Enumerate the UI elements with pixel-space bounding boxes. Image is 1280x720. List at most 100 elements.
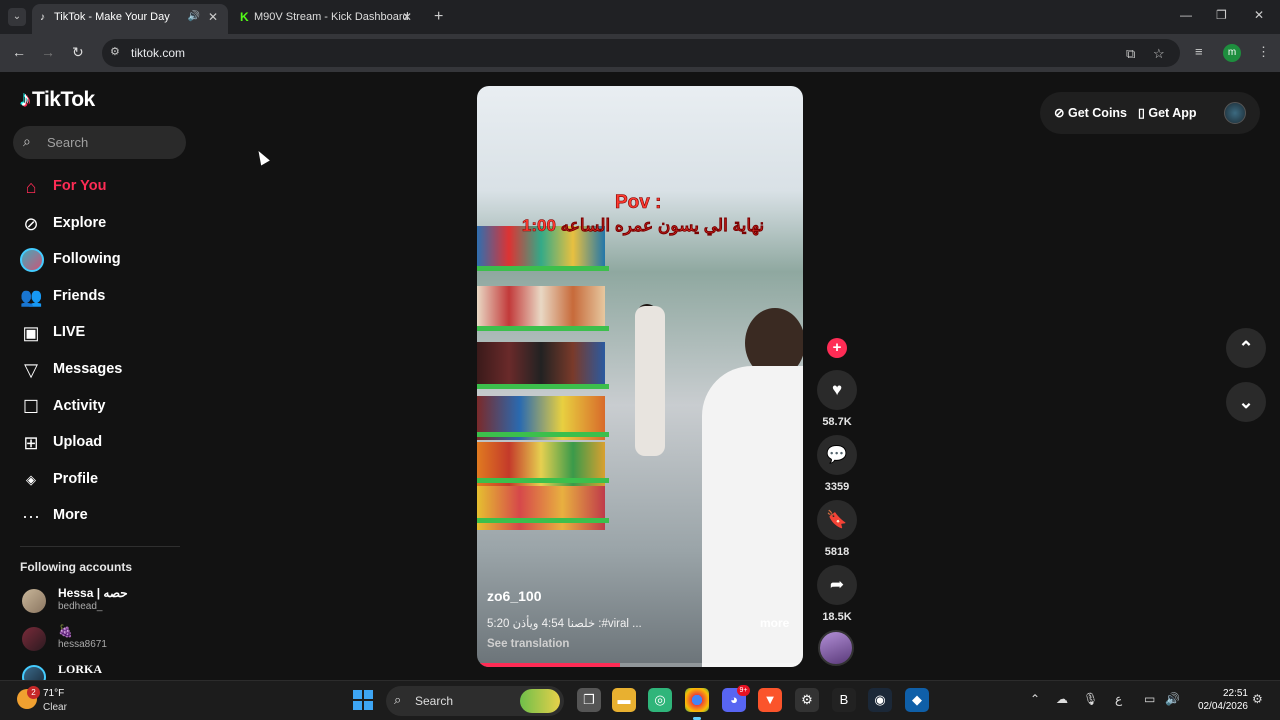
video-overlay-text: نهاية الي يسون عمره الساعه 1:00 [521, 216, 765, 236]
clock[interactable]: 22:51 02/04/2026 [1192, 687, 1248, 713]
microphone-icon[interactable]: 🎙 [1083, 692, 1098, 706]
settings-gear-icon[interactable]: ⚙ [795, 688, 819, 712]
caption-more-button[interactable]: more [760, 616, 789, 630]
new-tab-button[interactable]: + [434, 8, 443, 26]
reload-icon[interactable]: ↻ [72, 44, 84, 61]
discord-badge: 9+ [737, 685, 750, 696]
sidebar-item-messages[interactable]: ▽ Messages [18, 351, 188, 388]
sidebar-item-for-you[interactable]: ⌂ For You [18, 168, 188, 205]
shelf-products [477, 286, 605, 330]
start-windows-icon[interactable] [353, 690, 373, 710]
close-tab-icon[interactable]: ✕ [402, 4, 412, 30]
video-progress-bar[interactable] [477, 663, 803, 667]
account-name: LORKA [58, 662, 103, 676]
minimize-icon[interactable]: — [1180, 8, 1192, 22]
save-button[interactable]: 🔖 5818 [816, 500, 858, 562]
previous-video-button[interactable]: ⌃ [1226, 328, 1266, 368]
sidebar-item-friends[interactable]: 👥 Friends [18, 278, 188, 315]
site-info-icon[interactable]: ⚙ [110, 45, 120, 58]
app-icon[interactable]: B [832, 688, 856, 712]
next-video-button[interactable]: ⌄ [1226, 382, 1266, 422]
tab-search-dropdown-icon[interactable]: ⌄ [8, 8, 26, 26]
get-coins-button[interactable]: ⊘ Get Coins [1054, 105, 1127, 120]
shelf-divider [477, 478, 609, 483]
keyboard-language[interactable]: ع [1115, 692, 1122, 706]
creator-avatar[interactable] [818, 630, 854, 666]
person-figure [635, 306, 665, 456]
sidebar-item-activity[interactable]: ☐ Activity [18, 388, 188, 425]
comment-button[interactable]: 💬 3359 [816, 435, 858, 497]
avatar [22, 665, 46, 680]
windows-taskbar: 2 71°F Clear ⌕ Search ❐ ▬ ◎ ◕ 9+ ▼ ⚙ B ◉ … [0, 680, 1280, 720]
sidebar-item-more[interactable]: ··· More [18, 497, 188, 534]
task-view-icon[interactable]: ❐ [577, 688, 601, 712]
discord-icon[interactable]: ◕ 9+ [722, 685, 750, 712]
avatar [22, 589, 46, 613]
url-text: tiktok.com [131, 46, 186, 60]
sidebar-item-upload[interactable]: ⊞ Upload [18, 424, 188, 461]
sidebar-item-profile[interactable]: ◈ Profile [18, 461, 188, 498]
send-icon: ▽ [24, 359, 38, 380]
file-explorer-icon[interactable]: ▬ [612, 688, 636, 712]
sidebar-item-label: LIVE [53, 324, 86, 341]
account-name: 🍇 [58, 624, 73, 638]
install-app-icon[interactable]: ⧉ [1126, 46, 1135, 62]
search-placeholder: Search [47, 135, 89, 150]
compass-icon: ⊘ [23, 213, 39, 234]
sidebar-item-following[interactable]: Following [18, 241, 188, 278]
onedrive-icon[interactable]: ☁ [1056, 692, 1068, 706]
like-count: 58.7K [822, 416, 852, 428]
following-account[interactable]: Hessa | حصه bedhead_ [20, 586, 190, 620]
following-avatar-icon [20, 248, 44, 273]
browser-tab-bar: ⌄ ♪ TikTok - Make Your Day 🔊 ✕ K M90V St… [0, 0, 1280, 34]
sidebar-divider [20, 546, 180, 547]
chrome-icon[interactable] [685, 688, 709, 720]
notification-bell-icon[interactable]: ⚙ [1252, 692, 1263, 706]
weather-temp: 71°F [43, 688, 65, 699]
shelf-products [477, 486, 605, 530]
account-handle: hessa8671 [58, 639, 107, 650]
back-icon[interactable]: ← [12, 44, 26, 60]
volume-icon[interactable]: 🔊 [1165, 692, 1180, 706]
bookmark-star-icon[interactable]: ☆ [1153, 46, 1165, 62]
profile-avatar-icon[interactable]: m [1223, 44, 1241, 62]
tiktok-logo-icon: ♪ [20, 88, 31, 111]
sidebar-item-explore[interactable]: ⊘ Explore [18, 205, 188, 242]
forward-icon[interactable]: → [41, 44, 55, 60]
following-account[interactable]: 🍇 hessa8671 [20, 624, 190, 658]
app-icon[interactable]: ◎ [648, 688, 672, 712]
close-window-icon[interactable]: ✕ [1254, 8, 1264, 22]
see-translation-link[interactable]: See translation [487, 638, 569, 650]
heart-icon: ♥ [817, 370, 857, 410]
share-button[interactable]: ➦ 18.5K [816, 565, 858, 627]
following-account[interactable]: LORKA [20, 662, 190, 680]
steam-icon[interactable]: ◉ [868, 688, 892, 712]
tiktok-logo[interactable]: ♪TikTok [20, 88, 95, 112]
follow-plus-icon[interactable]: + [827, 338, 847, 358]
speaker-icon[interactable]: 🔊 [188, 4, 200, 30]
video-username[interactable]: zo6_100 [487, 588, 541, 604]
sidebar-item-live[interactable]: ▣ LIVE [18, 314, 188, 351]
friends-icon: 👥 [20, 286, 43, 307]
tiktok-page: ♪TikTok ⌕ Search ⌂ For You ⊘ Explore Fol… [0, 72, 1280, 680]
search-input[interactable]: ⌕ Search [13, 126, 186, 159]
like-button[interactable]: ♥ 58.7K [816, 370, 858, 432]
close-tab-icon[interactable]: ✕ [208, 4, 218, 30]
bookmark-icon: 🔖 [817, 500, 857, 540]
top-actions: ⊘ Get Coins ▯ Get App [1040, 92, 1260, 134]
media-controls-icon[interactable]: ≡ [1195, 44, 1203, 59]
get-app-button[interactable]: ▯ Get App [1138, 105, 1197, 120]
tray-chevron-icon[interactable]: ⌃ [1030, 692, 1040, 706]
brave-icon[interactable]: ▼ [758, 688, 782, 712]
tab-tiktok[interactable]: ♪ TikTok - Make Your Day 🔊 ✕ [32, 4, 228, 34]
video-player[interactable]: Pov : نهاية الي يسون عمره الساعه 1:00 zo… [477, 86, 803, 667]
network-icon[interactable]: ▭ [1144, 692, 1155, 706]
taskbar-search[interactable]: ⌕ Search [386, 686, 564, 716]
user-avatar[interactable] [1224, 102, 1246, 124]
tab-kick[interactable]: K M90V Stream - Kick Dashboard ✕ [232, 4, 422, 34]
video-overlay-title: Pov : [615, 192, 662, 214]
address-bar[interactable]: ⚙ tiktok.com ⧉ ☆ [102, 39, 1180, 67]
menu-kebab-icon[interactable]: ⋮ [1257, 44, 1270, 60]
restore-icon[interactable]: ❐ [1216, 8, 1227, 22]
app-icon[interactable]: ◆ [905, 688, 929, 712]
